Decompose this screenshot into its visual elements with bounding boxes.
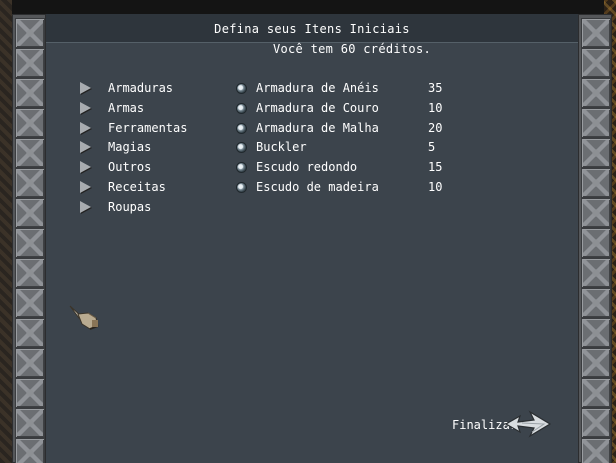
right-stone-frame: [578, 14, 612, 463]
category-roupas[interactable]: Roupas: [80, 198, 151, 216]
stone-tile: [581, 228, 611, 258]
left-stone-frame: [12, 14, 46, 463]
radio-orb-icon: [236, 102, 247, 114]
stone-tile: [15, 348, 45, 378]
stone-tile: [15, 288, 45, 318]
radio-orb-icon: [236, 161, 247, 173]
item-row[interactable]: Buckler: [236, 138, 307, 156]
category-label: Roupas: [108, 200, 152, 214]
starting-items-panel: Defina seus Itens Iniciais Você tem 60 c…: [46, 14, 578, 463]
credits-line: Você tem 60 créditos.: [272, 42, 432, 56]
stone-tile: [581, 108, 611, 138]
stone-tile: [15, 138, 45, 168]
category-label: Armas: [108, 101, 145, 115]
triangle-right-icon: [80, 82, 91, 94]
item-name: Armadura de Anéis: [256, 81, 379, 95]
triangle-right-icon: [80, 102, 91, 114]
stone-tile: [581, 18, 611, 48]
stone-tile: [15, 198, 45, 228]
triangle-right-icon: [80, 201, 91, 213]
category-receitas[interactable]: Receitas: [80, 178, 166, 196]
stone-tile: [581, 198, 611, 228]
item-name: Escudo redondo: [256, 160, 358, 174]
stone-tile: [15, 228, 45, 258]
item-row[interactable]: Armadura de Malha: [236, 119, 379, 137]
triangle-right-icon: [80, 141, 91, 153]
triangle-right-icon: [80, 161, 91, 173]
stone-tile: [581, 138, 611, 168]
radio-orb-icon: [236, 181, 247, 193]
stone-tile: [15, 78, 45, 108]
stone-tile: [581, 288, 611, 318]
background-left-texture: [0, 0, 12, 463]
stone-tile: [581, 168, 611, 198]
item-price: 20: [428, 121, 443, 135]
item-name: Armadura de Malha: [256, 121, 379, 135]
stone-tile: [15, 318, 45, 348]
arrow-right-icon[interactable]: [504, 410, 552, 438]
top-border: [0, 0, 616, 14]
stone-tile: [581, 438, 611, 463]
radio-orb-icon: [236, 122, 247, 134]
stone-tile: [581, 78, 611, 108]
stone-tile: [15, 258, 45, 288]
item-price: 10: [428, 101, 443, 115]
item-price: 15: [428, 160, 443, 174]
item-row[interactable]: Armadura de Anéis: [236, 79, 379, 97]
radio-orb-icon: [236, 82, 247, 94]
item-price: 5: [428, 140, 436, 154]
category-ferramentas[interactable]: Ferramentas: [80, 119, 187, 137]
triangle-right-icon: [80, 122, 91, 134]
category-label: Receitas: [108, 180, 166, 194]
stone-tile: [15, 18, 45, 48]
page-title: Defina seus Itens Iniciais: [214, 22, 410, 36]
category-armaduras[interactable]: Armaduras: [80, 79, 173, 97]
triangle-right-icon: [80, 181, 91, 193]
stone-tile: [15, 108, 45, 138]
stone-tile: [581, 258, 611, 288]
stone-tile: [15, 438, 45, 463]
stone-tile: [581, 48, 611, 78]
stone-tile: [581, 378, 611, 408]
stone-tile: [581, 348, 611, 378]
item-row[interactable]: Escudo de madeira: [236, 178, 379, 196]
pointing-hand-icon: [69, 305, 99, 330]
category-label: Magias: [108, 140, 152, 154]
item-name: Buckler: [256, 140, 307, 154]
stone-tile: [581, 318, 611, 348]
stone-tile: [581, 408, 611, 438]
category-magias[interactable]: Magias: [80, 138, 151, 156]
stone-tile: [15, 378, 45, 408]
category-label: Outros: [108, 160, 152, 174]
item-row[interactable]: Armadura de Couro: [236, 99, 379, 117]
item-price: 35: [428, 81, 443, 95]
item-price: 10: [428, 180, 443, 194]
radio-orb-icon: [236, 141, 247, 153]
stone-tile: [15, 408, 45, 438]
stone-tile: [15, 48, 45, 78]
item-name: Armadura de Couro: [256, 101, 379, 115]
credits-text: Você tem 60 créditos.: [46, 42, 578, 56]
game-screen: Defina seus Itens Iniciais Você tem 60 c…: [0, 0, 616, 463]
category-armas[interactable]: Armas: [80, 99, 144, 117]
category-label: Ferramentas: [108, 121, 188, 135]
category-label: Armaduras: [108, 81, 174, 95]
category-outros[interactable]: Outros: [80, 158, 151, 176]
item-row[interactable]: Escudo redondo: [236, 158, 357, 176]
item-name: Escudo de madeira: [256, 180, 379, 194]
stone-tile: [15, 168, 45, 198]
